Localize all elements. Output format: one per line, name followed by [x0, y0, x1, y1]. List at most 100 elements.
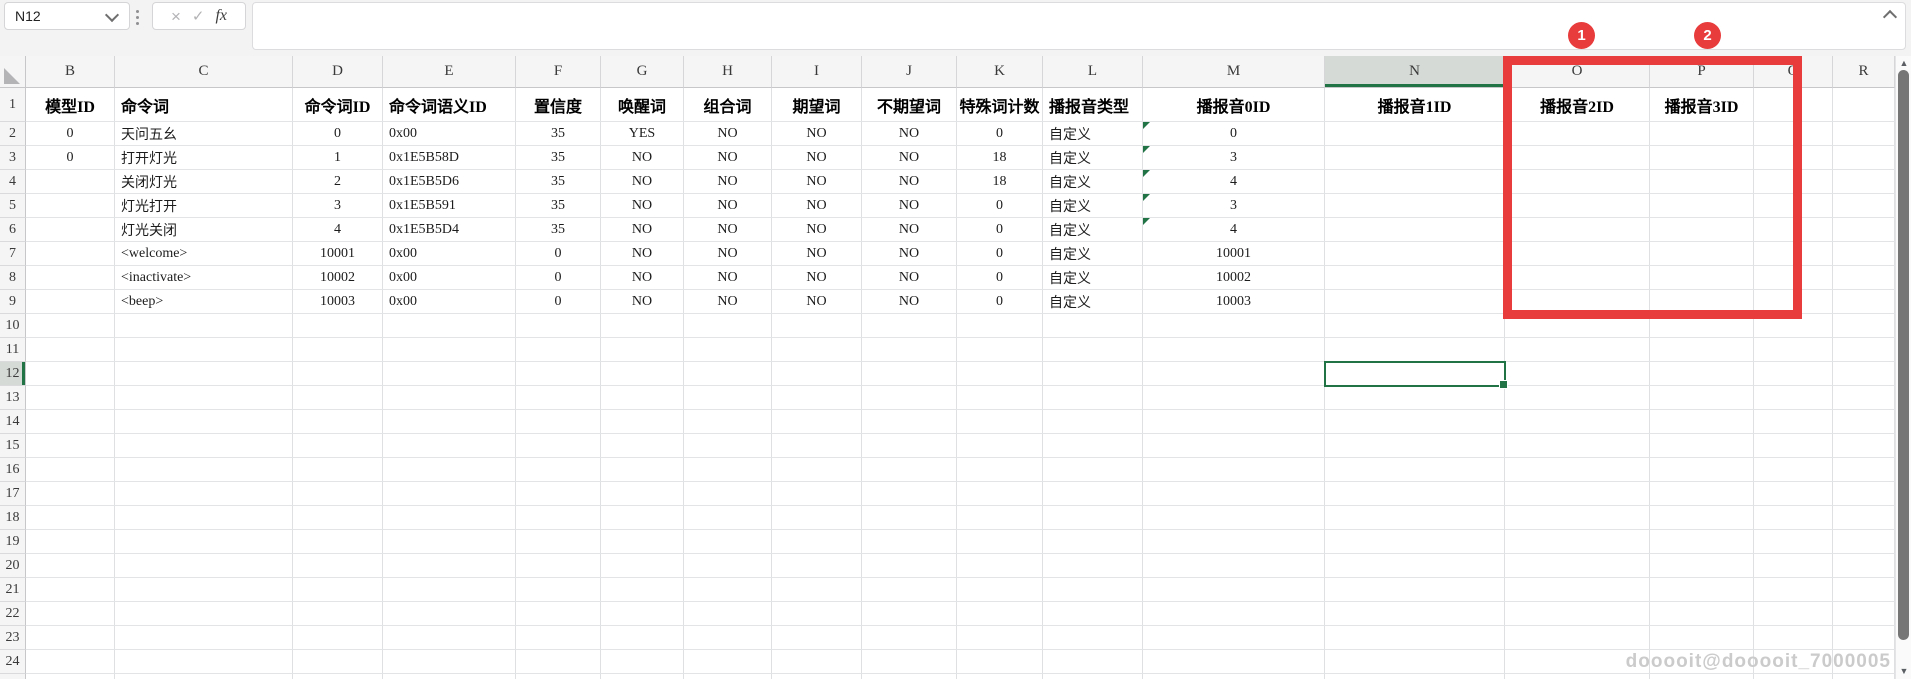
cell-K18[interactable] [957, 506, 1043, 530]
cell-I15[interactable] [772, 434, 862, 458]
cell-K13[interactable] [957, 386, 1043, 410]
cell-K17[interactable] [957, 482, 1043, 506]
cell-I6[interactable]: NO [772, 218, 862, 242]
cell-H6[interactable]: NO [684, 218, 772, 242]
cell-K24[interactable] [957, 650, 1043, 674]
row-header-14[interactable]: 14 [0, 410, 26, 434]
column-header-H[interactable]: H [684, 56, 772, 88]
cell-F8[interactable]: 0 [516, 266, 601, 290]
cell-E15[interactable] [383, 434, 516, 458]
cell-B18[interactable] [26, 506, 115, 530]
cell-D1[interactable]: 命令词ID [293, 88, 383, 122]
cell-M1[interactable]: 播报音0ID [1143, 88, 1325, 122]
cell-E23[interactable] [383, 626, 516, 650]
cell-D7[interactable]: 10001 [293, 242, 383, 266]
cell-B11[interactable] [26, 338, 115, 362]
cell-O10[interactable] [1505, 314, 1650, 338]
cell-P3[interactable] [1650, 146, 1754, 170]
cell-J17[interactable] [862, 482, 957, 506]
cell-Q3[interactable] [1754, 146, 1833, 170]
cell-G14[interactable] [601, 410, 684, 434]
cell-B17[interactable] [26, 482, 115, 506]
cell-Q15[interactable] [1754, 434, 1833, 458]
cell-L25[interactable] [1043, 674, 1143, 679]
cell-I7[interactable]: NO [772, 242, 862, 266]
cell-B22[interactable] [26, 602, 115, 626]
cell-N1[interactable]: 播报音1ID [1325, 88, 1505, 122]
cell-R23[interactable] [1833, 626, 1895, 650]
cell-J20[interactable] [862, 554, 957, 578]
cell-I19[interactable] [772, 530, 862, 554]
cell-Q19[interactable] [1754, 530, 1833, 554]
cell-H9[interactable]: NO [684, 290, 772, 314]
cell-R1[interactable] [1833, 88, 1895, 122]
cell-P25[interactable] [1650, 674, 1754, 679]
cell-R15[interactable] [1833, 434, 1895, 458]
cell-J6[interactable]: NO [862, 218, 957, 242]
cell-J2[interactable]: NO [862, 122, 957, 146]
cell-D16[interactable] [293, 458, 383, 482]
cell-M9[interactable]: 10003 [1143, 290, 1325, 314]
cell-I3[interactable]: NO [772, 146, 862, 170]
cell-G8[interactable]: NO [601, 266, 684, 290]
cell-Q10[interactable] [1754, 314, 1833, 338]
cell-F2[interactable]: 35 [516, 122, 601, 146]
cell-C14[interactable] [115, 410, 293, 434]
cell-Q7[interactable] [1754, 242, 1833, 266]
cell-M22[interactable] [1143, 602, 1325, 626]
cell-L4[interactable]: 自定义 [1043, 170, 1143, 194]
cell-R12[interactable] [1833, 362, 1895, 386]
cell-P23[interactable] [1650, 626, 1754, 650]
cell-Q25[interactable] [1754, 674, 1833, 679]
cell-G10[interactable] [601, 314, 684, 338]
cell-I25[interactable] [772, 674, 862, 679]
cell-B14[interactable] [26, 410, 115, 434]
cell-P6[interactable] [1650, 218, 1754, 242]
row-header-5[interactable]: 5 [0, 194, 26, 218]
name-box[interactable]: N12 [4, 2, 130, 30]
cell-D18[interactable] [293, 506, 383, 530]
cell-C4[interactable]: 关闭灯光 [115, 170, 293, 194]
row-header-4[interactable]: 4 [0, 170, 26, 194]
cell-R8[interactable] [1833, 266, 1895, 290]
cell-C25[interactable] [115, 674, 293, 679]
cell-J8[interactable]: NO [862, 266, 957, 290]
cell-R11[interactable] [1833, 338, 1895, 362]
column-header-K[interactable]: K [957, 56, 1043, 88]
cell-K19[interactable] [957, 530, 1043, 554]
cell-M8[interactable]: 10002 [1143, 266, 1325, 290]
cell-C23[interactable] [115, 626, 293, 650]
cell-N23[interactable] [1325, 626, 1505, 650]
cell-Q8[interactable] [1754, 266, 1833, 290]
cell-H11[interactable] [684, 338, 772, 362]
cell-E11[interactable] [383, 338, 516, 362]
cell-D23[interactable] [293, 626, 383, 650]
column-header-L[interactable]: L [1043, 56, 1143, 88]
row-header-23[interactable]: 23 [0, 626, 26, 650]
cell-O11[interactable] [1505, 338, 1650, 362]
cell-F12[interactable] [516, 362, 601, 386]
scroll-up-icon[interactable]: ▲ [1896, 57, 1911, 69]
cell-N21[interactable] [1325, 578, 1505, 602]
cell-F5[interactable]: 35 [516, 194, 601, 218]
cell-R10[interactable] [1833, 314, 1895, 338]
cell-K12[interactable] [957, 362, 1043, 386]
cell-M2[interactable]: 0 [1143, 122, 1325, 146]
row-header-12[interactable]: 12 [0, 362, 26, 386]
cell-H23[interactable] [684, 626, 772, 650]
row-header-24[interactable]: 24 [0, 650, 26, 674]
cell-M10[interactable] [1143, 314, 1325, 338]
cell-R2[interactable] [1833, 122, 1895, 146]
cell-G12[interactable] [601, 362, 684, 386]
cell-P15[interactable] [1650, 434, 1754, 458]
cell-K22[interactable] [957, 602, 1043, 626]
cell-P4[interactable] [1650, 170, 1754, 194]
cell-N3[interactable] [1325, 146, 1505, 170]
cell-K2[interactable]: 0 [957, 122, 1043, 146]
cell-E12[interactable] [383, 362, 516, 386]
cell-C20[interactable] [115, 554, 293, 578]
row-header-19[interactable]: 19 [0, 530, 26, 554]
cell-K21[interactable] [957, 578, 1043, 602]
scroll-down-icon[interactable]: ▼ [1896, 665, 1911, 677]
cell-J15[interactable] [862, 434, 957, 458]
